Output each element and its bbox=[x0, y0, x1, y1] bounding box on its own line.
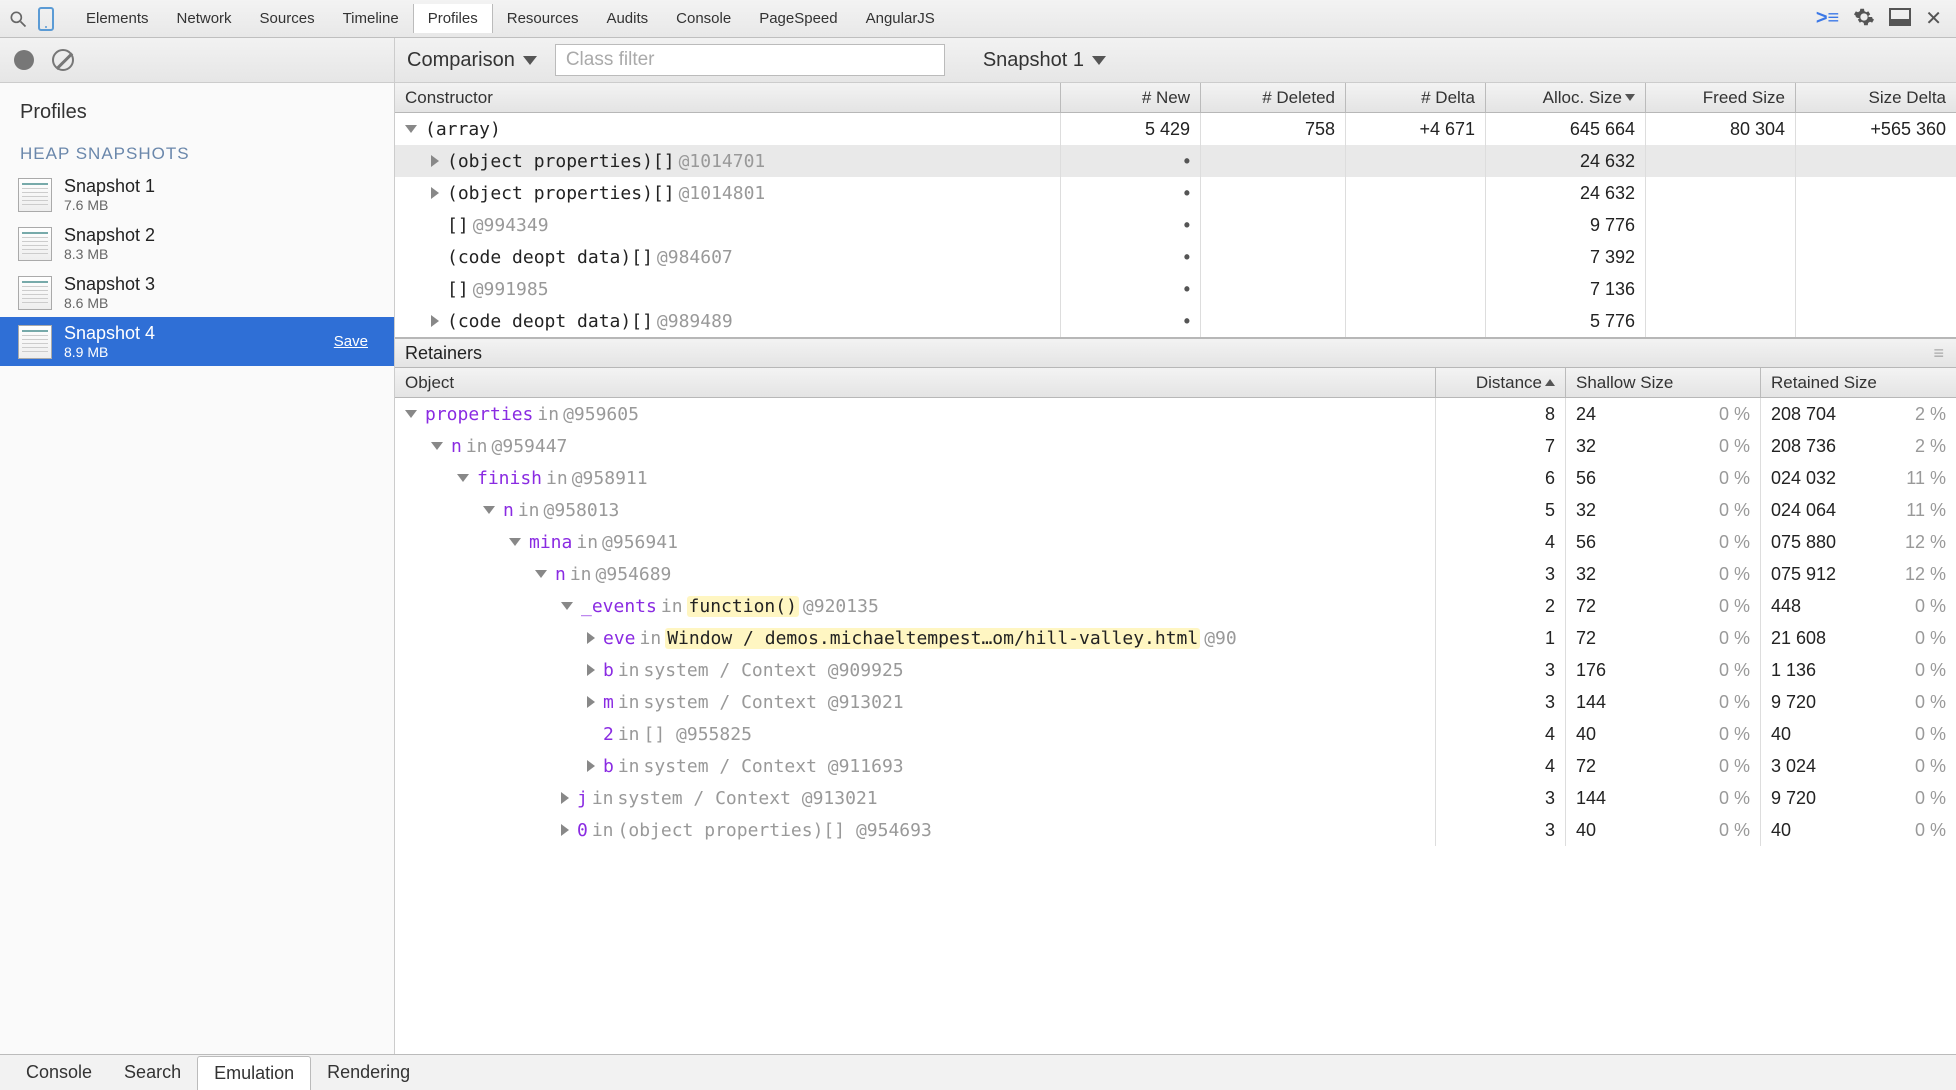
snapshot-size: 8.3 MB bbox=[64, 246, 155, 262]
table-row[interactable]: (object properties)[] @1014801 • 24 632 bbox=[395, 177, 1956, 209]
table-row[interactable]: (code deopt data)[] @984607 • 7 392 bbox=[395, 241, 1956, 273]
main: Profiles HEAP SNAPSHOTS Snapshot 1 7.6 M… bbox=[0, 38, 1956, 1054]
tab-network[interactable]: Network bbox=[163, 4, 246, 33]
panel-tabs: ElementsNetworkSourcesTimelineProfilesRe… bbox=[72, 4, 949, 33]
snapshot-icon bbox=[18, 276, 52, 310]
search-icon[interactable] bbox=[8, 9, 28, 29]
table-row[interactable]: [] @994349 • 9 776 bbox=[395, 209, 1956, 241]
table-row[interactable]: 0 in (object properties)[] @954693 3 400… bbox=[395, 814, 1956, 846]
class-filter-input[interactable] bbox=[555, 44, 945, 76]
tab-profiles[interactable]: Profiles bbox=[413, 4, 493, 33]
snapshot-name: Snapshot 1 bbox=[64, 176, 155, 197]
chevron-down-icon bbox=[523, 56, 537, 65]
snapshot-item[interactable]: Snapshot 4 8.9 MB Save bbox=[0, 317, 394, 366]
tab-audits[interactable]: Audits bbox=[592, 4, 662, 33]
grip-icon: ≡ bbox=[1933, 343, 1946, 364]
table-row[interactable]: b in system / Context @911693 4 720 % 3 … bbox=[395, 750, 1956, 782]
comparison-table: Constructor # New # Deleted # Delta Allo… bbox=[395, 83, 1956, 338]
col-sizedelta[interactable]: Size Delta bbox=[1796, 83, 1956, 112]
comparison-panel: Comparison Snapshot 1 Constructor # New … bbox=[395, 38, 1956, 1054]
snapshot-icon bbox=[18, 178, 52, 212]
table-row[interactable]: eve in Window / demos.michaeltempest…om/… bbox=[395, 622, 1956, 654]
tab-console[interactable]: Console bbox=[662, 4, 745, 33]
col-deleted[interactable]: # Deleted bbox=[1201, 83, 1346, 112]
col-object[interactable]: Object bbox=[395, 368, 1436, 397]
close-icon[interactable]: ✕ bbox=[1925, 6, 1942, 31]
table-row[interactable]: b in system / Context @909925 3 1760 % 1… bbox=[395, 654, 1956, 686]
sidebar-category: HEAP SNAPSHOTS bbox=[0, 134, 394, 170]
tab-angularjs[interactable]: AngularJS bbox=[852, 4, 949, 33]
snapshot-size: 7.6 MB bbox=[64, 197, 155, 213]
snapshot-size: 8.9 MB bbox=[64, 344, 155, 360]
col-new[interactable]: # New bbox=[1061, 83, 1201, 112]
table-row[interactable]: m in system / Context @913021 3 1440 % 9… bbox=[395, 686, 1956, 718]
snapshot-name: Snapshot 3 bbox=[64, 274, 155, 295]
baseline-dropdown-label: Snapshot 1 bbox=[983, 49, 1084, 72]
table-row[interactable]: (array) 5 429 758 +4 671 645 664 80 304 … bbox=[395, 113, 1956, 145]
snapshot-name: Snapshot 2 bbox=[64, 225, 155, 246]
table-row[interactable]: n in @959447 7 320 % 208 7362 % bbox=[395, 430, 1956, 462]
drawer-tab-emulation[interactable]: Emulation bbox=[197, 1056, 311, 1090]
view-dropdown[interactable]: Comparison bbox=[407, 49, 537, 72]
sidebar-title: Profiles bbox=[0, 83, 394, 134]
retainers-header: Object Distance Shallow Size Retained Si… bbox=[395, 368, 1956, 398]
col-delta[interactable]: # Delta bbox=[1346, 83, 1486, 112]
table-row[interactable]: [] @991985 • 7 136 bbox=[395, 273, 1956, 305]
tab-resources[interactable]: Resources bbox=[493, 4, 593, 33]
col-shallow[interactable]: Shallow Size bbox=[1566, 368, 1761, 397]
devtools-toolbar: ElementsNetworkSourcesTimelineProfilesRe… bbox=[0, 0, 1956, 38]
tab-sources[interactable]: Sources bbox=[246, 4, 329, 33]
drawer-tab-search[interactable]: Search bbox=[108, 1056, 197, 1089]
table-row[interactable]: properties in @959605 8 240 % 208 7042 % bbox=[395, 398, 1956, 430]
settings-icon[interactable] bbox=[1853, 6, 1875, 32]
col-alloc[interactable]: Alloc. Size bbox=[1486, 83, 1646, 112]
drawer-tabs: ConsoleSearchEmulationRendering bbox=[0, 1054, 1956, 1090]
sidebar-toolbar bbox=[0, 38, 394, 83]
snapshot-item[interactable]: Snapshot 2 8.3 MB bbox=[0, 219, 394, 268]
dock-icon[interactable] bbox=[1889, 8, 1911, 30]
table-row[interactable]: n in @958013 5 320 % 024 06411 % bbox=[395, 494, 1956, 526]
tab-pagespeed[interactable]: PageSpeed bbox=[745, 4, 851, 33]
col-distance[interactable]: Distance bbox=[1436, 368, 1566, 397]
retainers-title: Retainers bbox=[405, 343, 482, 364]
retainers-title-bar[interactable]: Retainers ≡ bbox=[395, 338, 1956, 368]
record-icon[interactable] bbox=[14, 50, 34, 70]
sort-asc-icon bbox=[1545, 379, 1555, 386]
table-row[interactable]: mina in @956941 4 560 % 075 88012 % bbox=[395, 526, 1956, 558]
view-dropdown-label: Comparison bbox=[407, 49, 515, 72]
snapshot-item[interactable]: Snapshot 3 8.6 MB bbox=[0, 268, 394, 317]
panel-toolbar: Comparison Snapshot 1 bbox=[395, 38, 1956, 83]
table-row[interactable]: 2 in [] @955825 4 400 % 400 % bbox=[395, 718, 1956, 750]
baseline-dropdown[interactable]: Snapshot 1 bbox=[983, 49, 1106, 72]
tab-elements[interactable]: Elements bbox=[72, 4, 163, 33]
drawer-tab-console[interactable]: Console bbox=[10, 1056, 108, 1089]
chevron-down-icon bbox=[1092, 56, 1106, 65]
col-retained[interactable]: Retained Size bbox=[1761, 368, 1956, 397]
snapshot-size: 8.6 MB bbox=[64, 295, 155, 311]
table-row[interactable]: (object properties)[] @1014701 • 24 632 bbox=[395, 145, 1956, 177]
snapshot-icon bbox=[18, 227, 52, 261]
snapshot-name: Snapshot 4 bbox=[64, 323, 155, 344]
profiles-sidebar: Profiles HEAP SNAPSHOTS Snapshot 1 7.6 M… bbox=[0, 38, 395, 1054]
snapshot-icon bbox=[18, 325, 52, 359]
tab-timeline[interactable]: Timeline bbox=[329, 4, 413, 33]
table-row[interactable]: finish in @958911 6 560 % 024 03211 % bbox=[395, 462, 1956, 494]
table-row[interactable]: n in @954689 3 320 % 075 91212 % bbox=[395, 558, 1956, 590]
clear-icon[interactable] bbox=[52, 49, 74, 71]
save-link[interactable]: Save bbox=[334, 333, 376, 350]
sort-desc-icon bbox=[1625, 94, 1635, 101]
col-freed[interactable]: Freed Size bbox=[1646, 83, 1796, 112]
device-icon[interactable] bbox=[32, 5, 60, 33]
snapshot-item[interactable]: Snapshot 1 7.6 MB bbox=[0, 170, 394, 219]
toggle-console-icon[interactable]: >≡ bbox=[1816, 7, 1839, 30]
col-constructor[interactable]: Constructor bbox=[395, 83, 1061, 112]
comparison-header: Constructor # New # Deleted # Delta Allo… bbox=[395, 83, 1956, 113]
table-row[interactable]: j in system / Context @913021 3 1440 % 9… bbox=[395, 782, 1956, 814]
table-row[interactable]: _events in function() @920135 2 720 % 44… bbox=[395, 590, 1956, 622]
table-row[interactable]: (code deopt data)[] @989489 • 5 776 bbox=[395, 305, 1956, 337]
drawer-tab-rendering[interactable]: Rendering bbox=[311, 1056, 426, 1089]
